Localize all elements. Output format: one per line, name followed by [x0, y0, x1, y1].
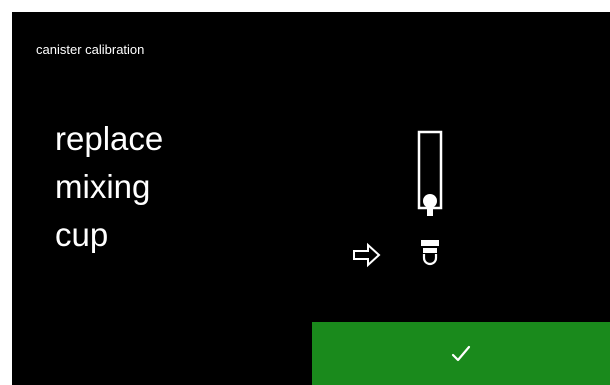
instruction-text: replace mixing cup [55, 115, 163, 259]
instruction-line-1: replace [55, 120, 164, 157]
screen-title: canister calibration [36, 42, 145, 57]
mixing-cup-illustration [353, 130, 443, 268]
confirm-button[interactable] [312, 322, 610, 385]
right-arrow-icon [353, 242, 381, 268]
instruction-line-3: cup [55, 216, 109, 253]
checkmark-icon [451, 345, 471, 361]
canister-icon [417, 130, 443, 216]
mixing-cup-icon [421, 240, 439, 266]
instruction-line-2: mixing [55, 168, 151, 205]
calibration-screen: canister calibration replace mixing cup [12, 12, 610, 385]
